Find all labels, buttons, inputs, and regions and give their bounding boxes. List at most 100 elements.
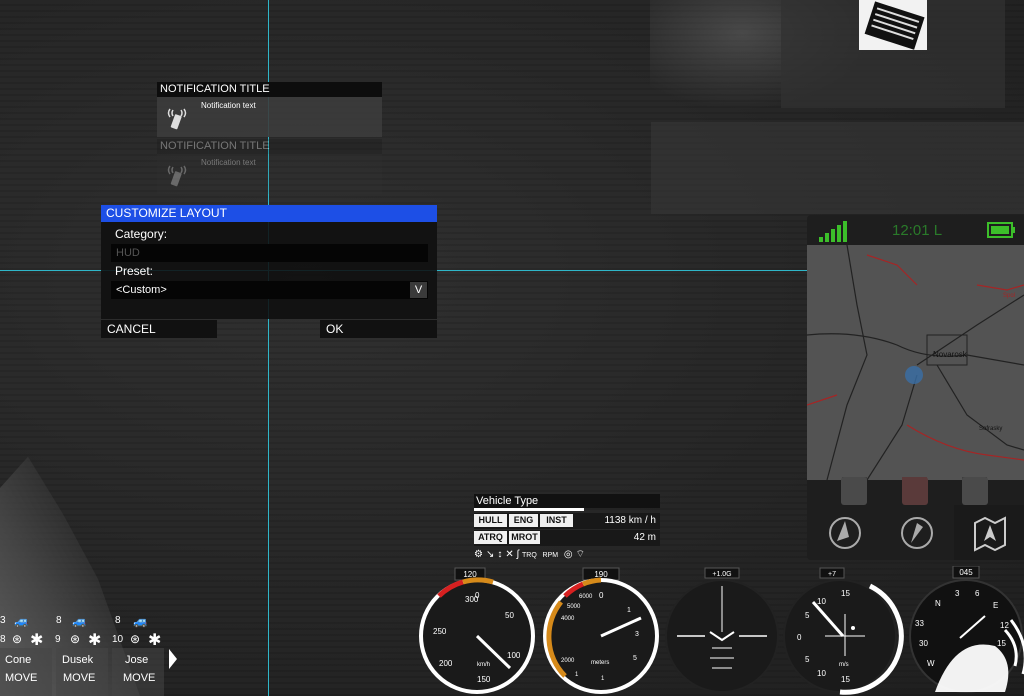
wheel-icon: ⊛ bbox=[130, 632, 141, 646]
instrument-gauges: 120 300 0 50 250 100 200 150 km/h 190 60… bbox=[419, 566, 1024, 695]
rpm-icon: RPM bbox=[542, 552, 559, 559]
map-corner-label: Spol bbox=[1003, 293, 1015, 299]
notification-title: NOTIFICATION TITLE bbox=[157, 139, 382, 154]
instruments-status: INST bbox=[540, 514, 573, 527]
vehicle-car-icon: 🚙 bbox=[72, 614, 87, 628]
notification: NOTIFICATION TITLE Notification text bbox=[157, 82, 382, 137]
compass-icon[interactable] bbox=[897, 513, 937, 553]
heading-readout: 045 bbox=[959, 568, 973, 577]
svg-text:10: 10 bbox=[817, 597, 826, 606]
svg-text:150: 150 bbox=[477, 675, 491, 684]
svg-text:15: 15 bbox=[841, 675, 850, 684]
medic-icon: ✱ bbox=[88, 632, 102, 649]
squad-member-order: MOVE bbox=[5, 672, 38, 684]
vehicle-row-1: HULL ENG INST 1138 km / h bbox=[474, 513, 660, 529]
squad-member-order: MOVE bbox=[63, 672, 96, 684]
vehicle-car-icon: 🚙 bbox=[133, 614, 148, 628]
squad-member-name: Cone bbox=[5, 654, 32, 666]
gps-clock: 12:01 L bbox=[892, 222, 943, 239]
squad-count: 10 bbox=[112, 634, 124, 645]
gear-icon: ◎ bbox=[563, 549, 576, 560]
engine-icon: ⚙ bbox=[474, 549, 486, 560]
signal-strength-icon bbox=[819, 221, 847, 242]
main-rotor-status: MROT bbox=[509, 531, 540, 544]
svg-text:4000: 4000 bbox=[561, 616, 575, 622]
svg-text:250: 250 bbox=[433, 627, 447, 636]
vertical-speed-gauge: +7 15 10 5 0 5 10 15 m/s bbox=[783, 567, 904, 695]
radio-signal-icon bbox=[161, 158, 193, 190]
wrench-icon: ↘ bbox=[485, 549, 498, 560]
map-app-button[interactable] bbox=[962, 477, 988, 505]
dropdown-icon[interactable]: V bbox=[410, 282, 427, 298]
vehicle-health-bar bbox=[474, 508, 584, 511]
svg-text:km/h: km/h bbox=[477, 662, 490, 668]
vehicle-type: Vehicle Type bbox=[474, 494, 660, 508]
medic-icon: ✱ bbox=[148, 632, 162, 649]
svg-text:12: 12 bbox=[1000, 621, 1009, 630]
vertical-speed-readout: +7 bbox=[828, 571, 836, 578]
svg-text:m/s: m/s bbox=[839, 662, 849, 668]
svg-text:100: 100 bbox=[507, 651, 521, 660]
heading-compass: 045 N 3 6 E 12 15 33 30 W bbox=[909, 566, 1024, 693]
svg-text:W: W bbox=[927, 659, 935, 668]
engine-status: ENG bbox=[509, 514, 538, 527]
notification-text: Notification text bbox=[201, 101, 256, 110]
wheel-icon: ⊛ bbox=[70, 632, 81, 646]
squad-member-order: MOVE bbox=[123, 672, 156, 684]
ok-button[interactable]: OK bbox=[320, 320, 437, 338]
gforce-readout: +1.0G bbox=[712, 571, 731, 578]
map-village-label: Sofrasky bbox=[979, 426, 1002, 432]
category-label: Category: bbox=[115, 227, 168, 241]
preset-label: Preset: bbox=[115, 264, 154, 278]
gps-status-bar: 12:01 L bbox=[807, 215, 1024, 245]
svg-text:0: 0 bbox=[599, 591, 604, 600]
customize-layout-dialog: CUSTOMIZE LAYOUT Category: HUD Preset: <… bbox=[101, 205, 437, 319]
battery-icon bbox=[987, 222, 1015, 238]
vehicle-icons-row: ⚙↘↕✕ʃTRQ RPM ◎⌔ bbox=[474, 548, 660, 562]
svg-text:0: 0 bbox=[475, 591, 480, 600]
vehicle-row-2: ATRQ MROT 42 m bbox=[474, 530, 660, 546]
map-app-button[interactable] bbox=[841, 477, 867, 505]
medic-icon: ✱ bbox=[30, 632, 44, 649]
vehicle-panel: Vehicle Type HULL ENG INST 1138 km / h A… bbox=[474, 494, 660, 562]
squad-member-name: Dusek bbox=[62, 654, 94, 666]
anti-torque-status: ATRQ bbox=[474, 531, 507, 544]
chevron-right-icon[interactable] bbox=[168, 648, 178, 670]
altimeter-gauge: 190 6000 0 5000 1 4000 3 2000 5 meters 1… bbox=[543, 567, 659, 694]
rotor-icon: ✕ bbox=[505, 549, 517, 560]
map-town-label: Novarosk bbox=[933, 350, 968, 359]
navigation-arrow-icon[interactable] bbox=[825, 513, 865, 553]
svg-text:15: 15 bbox=[841, 589, 850, 598]
svg-text:6000: 6000 bbox=[579, 594, 593, 600]
svg-text:50: 50 bbox=[505, 611, 514, 620]
preset-select[interactable]: <Custom> V bbox=[111, 281, 428, 299]
squad-member-name: Jose bbox=[125, 654, 149, 666]
dialog-title: CUSTOMIZE LAYOUT bbox=[101, 205, 437, 222]
svg-text:30: 30 bbox=[919, 639, 928, 648]
torque-icon: TRQ bbox=[521, 552, 537, 559]
svg-text:5: 5 bbox=[805, 611, 810, 620]
gps-nav-bar bbox=[807, 505, 1024, 560]
squad-count: 8 bbox=[0, 634, 6, 645]
svg-text:5: 5 bbox=[805, 655, 810, 664]
svg-text:N: N bbox=[935, 599, 941, 608]
gps-map[interactable]: Novarosk Sofrasky Spol bbox=[806, 244, 1024, 481]
svg-text:3: 3 bbox=[955, 589, 960, 598]
svg-text:1: 1 bbox=[627, 607, 631, 614]
hull-status: HULL bbox=[474, 514, 507, 527]
category-field[interactable]: HUD bbox=[111, 244, 428, 262]
svg-text:E: E bbox=[993, 601, 998, 610]
map-icon[interactable] bbox=[970, 513, 1010, 553]
altimeter-readout: 190 bbox=[594, 570, 608, 579]
top-hud-icon bbox=[859, 0, 927, 50]
squad-count: 9 bbox=[55, 634, 61, 645]
wheel-icon: ⊛ bbox=[12, 632, 23, 646]
notification: NOTIFICATION TITLE Notification text bbox=[157, 139, 382, 194]
notification-text: Notification text bbox=[201, 158, 256, 167]
cancel-button[interactable]: CANCEL bbox=[101, 320, 217, 338]
placeholder-panel-mid bbox=[651, 122, 1024, 214]
airspeed-gauge: 120 300 0 50 250 100 200 150 km/h bbox=[419, 567, 535, 694]
svg-text:3: 3 bbox=[635, 631, 639, 638]
svg-text:0: 0 bbox=[797, 633, 802, 642]
map-app-button-active[interactable] bbox=[902, 477, 928, 505]
